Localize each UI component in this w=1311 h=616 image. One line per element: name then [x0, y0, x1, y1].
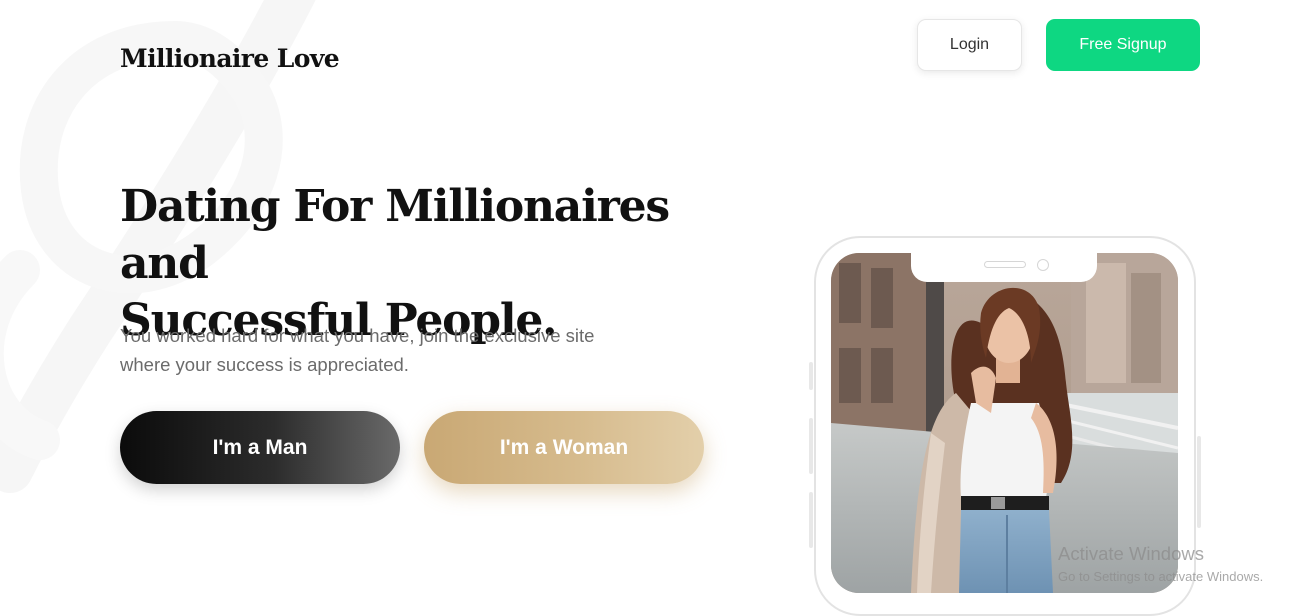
- phone-screen-photo: [831, 253, 1178, 593]
- free-signup-button[interactable]: Free Signup: [1046, 19, 1200, 71]
- woman-photo-illustration: [831, 253, 1178, 593]
- phone-speaker: [984, 261, 1026, 268]
- phone-side-button: [809, 362, 813, 390]
- hero-subtitle-line-2: where your success is appreciated.: [120, 354, 409, 375]
- phone-side-button: [809, 492, 813, 548]
- hero-subtitle-line-1: You worked hard for what you have, join …: [120, 325, 595, 346]
- phone-camera: [1037, 259, 1049, 271]
- im-a-woman-button[interactable]: I'm a Woman: [424, 411, 704, 484]
- phone-side-button: [809, 418, 813, 474]
- hero-headline-line-1: Dating For Millionaires and: [120, 181, 670, 289]
- hero-subtitle: You worked hard for what you have, join …: [120, 321, 640, 379]
- login-button[interactable]: Login: [917, 19, 1022, 71]
- site-logo[interactable]: Millionaire Love: [120, 44, 340, 73]
- phone-side-button: [1197, 436, 1201, 528]
- im-a-man-button[interactable]: I'm a Man: [120, 411, 400, 484]
